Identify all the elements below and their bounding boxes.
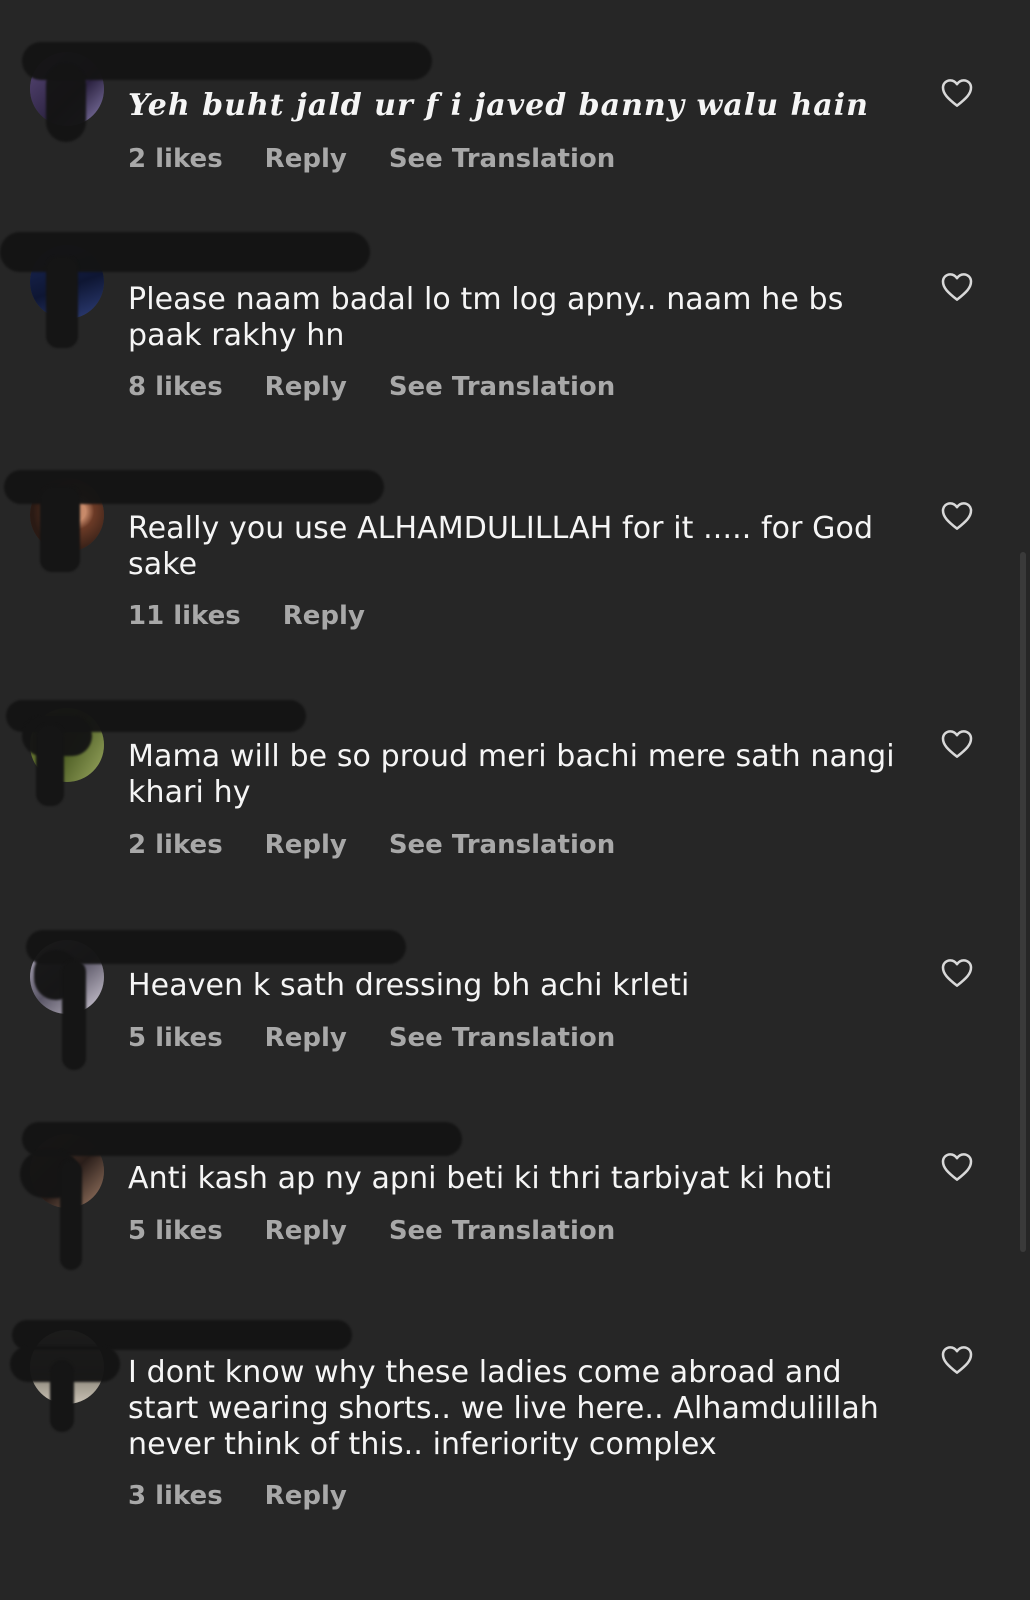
reply-button[interactable]: Reply (265, 1216, 347, 1246)
see-translation-button[interactable]: See Translation (389, 372, 615, 402)
redaction-scribble (46, 256, 78, 348)
redaction-scribble (40, 486, 80, 572)
redaction-scribble (60, 1160, 82, 1270)
heart-outline-icon[interactable] (941, 958, 973, 988)
reply-button[interactable]: Reply (283, 601, 365, 631)
comment-text: Mama will be so proud meri bachi mere sa… (128, 739, 895, 810)
redaction-scribble (62, 960, 86, 1070)
comment-actions: 3 likes Reply (128, 1481, 347, 1511)
heart-outline-icon[interactable] (941, 272, 973, 302)
reply-button[interactable]: Reply (265, 1023, 347, 1053)
scrollbar[interactable] (1020, 552, 1026, 1252)
comment-actions: 8 likes Reply See Translation (128, 372, 615, 402)
heart-outline-icon[interactable] (941, 1152, 973, 1182)
see-translation-button[interactable]: See Translation (389, 144, 615, 174)
comment-actions: 2 likes Reply See Translation (128, 144, 615, 174)
heart-outline-icon[interactable] (941, 501, 973, 531)
redaction-scribble (26, 930, 406, 964)
comment-actions: 11 likes Reply (128, 601, 365, 631)
reply-button[interactable]: Reply (265, 144, 347, 174)
redaction-scribble (22, 1122, 462, 1156)
redaction-scribble (46, 64, 86, 142)
comment-actions: 5 likes Reply See Translation (128, 1023, 615, 1053)
comment-text: Yeh buht jald ur f i javed banny walu ha… (128, 88, 869, 123)
heart-outline-icon[interactable] (941, 729, 973, 759)
reply-button[interactable]: Reply (265, 372, 347, 402)
comment-text: Heaven k sath dressing bh achi krleti (128, 968, 690, 1003)
redaction-scribble (50, 1360, 74, 1432)
comment-text: I dont know why these ladies come abroad… (128, 1355, 879, 1462)
likes-count[interactable]: 3 likes (128, 1481, 223, 1511)
likes-count[interactable]: 8 likes (128, 372, 223, 402)
comment-actions: 5 likes Reply See Translation (128, 1216, 615, 1246)
comment-text: Anti kash ap ny apni beti ki thri tarbiy… (128, 1161, 833, 1196)
reply-button[interactable]: Reply (265, 1481, 347, 1511)
comment-text: Really you use ALHAMDULILLAH for it ....… (128, 511, 874, 582)
reply-button[interactable]: Reply (265, 830, 347, 860)
likes-count[interactable]: 2 likes (128, 144, 223, 174)
comment-actions: 2 likes Reply See Translation (128, 830, 615, 860)
likes-count[interactable]: 5 likes (128, 1216, 223, 1246)
heart-outline-icon[interactable] (941, 78, 973, 108)
heart-outline-icon[interactable] (941, 1345, 973, 1375)
likes-count[interactable]: 2 likes (128, 830, 223, 860)
see-translation-button[interactable]: See Translation (389, 1216, 615, 1246)
see-translation-button[interactable]: See Translation (389, 1023, 615, 1053)
redaction-scribble (36, 724, 64, 806)
see-translation-button[interactable]: See Translation (389, 830, 615, 860)
likes-count[interactable]: 11 likes (128, 601, 241, 631)
comment-text: Please naam badal lo tm log apny.. naam … (128, 282, 844, 353)
likes-count[interactable]: 5 likes (128, 1023, 223, 1053)
